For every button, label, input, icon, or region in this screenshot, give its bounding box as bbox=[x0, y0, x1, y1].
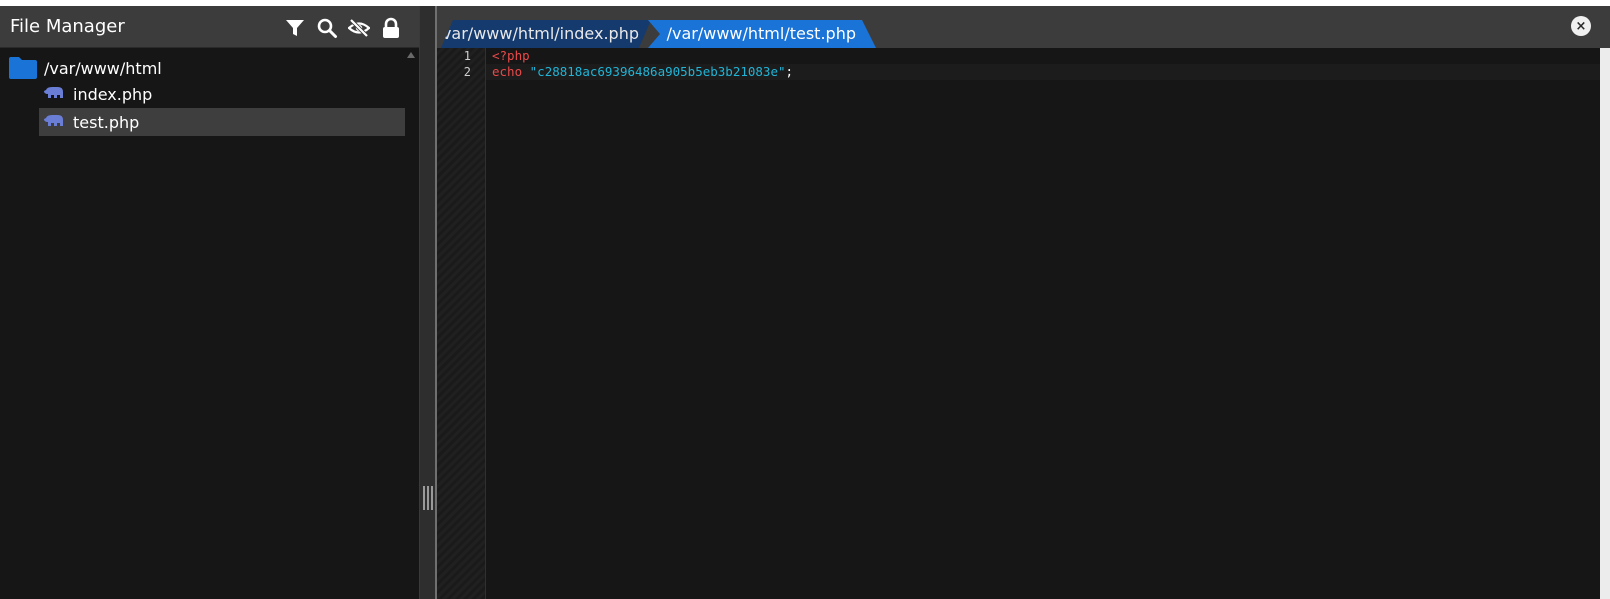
close-icon: × bbox=[1575, 18, 1587, 34]
panel-splitter[interactable] bbox=[419, 6, 437, 599]
echo-keyword: echo bbox=[492, 64, 523, 79]
line-number-gutter: 1 2 bbox=[437, 48, 486, 599]
tab-test-php[interactable]: /var/www/html/test.php bbox=[648, 20, 876, 48]
file-manager-header: File Manager bbox=[0, 6, 419, 48]
file-manager-title: File Manager bbox=[10, 16, 125, 37]
php-elephant-icon bbox=[44, 87, 63, 98]
tree-file-index-php[interactable]: index.php bbox=[39, 80, 405, 108]
php-open-tag: <?php bbox=[492, 48, 530, 63]
tab-index-php[interactable]: /var/www/html/index.php bbox=[441, 20, 651, 48]
app-window: File Manager /var/www/html index.php tes… bbox=[0, 6, 1610, 599]
tree-folder-html[interactable]: /var/www/html bbox=[8, 54, 162, 82]
line-number: 2 bbox=[463, 65, 471, 79]
editor-scrollbar[interactable] bbox=[1600, 48, 1610, 599]
lock-icon[interactable] bbox=[380, 17, 402, 39]
folder-icon bbox=[9, 57, 37, 79]
search-icon[interactable] bbox=[316, 17, 338, 39]
tree-file-label: test.php bbox=[73, 112, 140, 132]
code-line-2: echo "c28818ac69396486a905b5eb3b21083e"; bbox=[492, 64, 793, 79]
tab-label: /var/www/html/index.php bbox=[441, 24, 639, 43]
tree-file-test-php[interactable]: test.php bbox=[39, 108, 405, 136]
hidden-eye-icon[interactable] bbox=[348, 17, 370, 39]
tree-file-label: index.php bbox=[73, 84, 153, 104]
file-manager-panel: File Manager /var/www/html index.php tes… bbox=[0, 6, 419, 599]
splitter-grip-icon[interactable] bbox=[422, 486, 434, 510]
semicolon: ; bbox=[785, 64, 794, 79]
editor-panel: /var/www/html/index.php /var/www/html/te… bbox=[437, 6, 1610, 599]
php-elephant-icon bbox=[44, 115, 63, 126]
editor-tab-bar: /var/www/html/index.php /var/www/html/te… bbox=[437, 6, 1610, 48]
line-number: 1 bbox=[463, 49, 471, 63]
string-literal: "c28818ac69396486a905b5eb3b21083e" bbox=[529, 64, 786, 79]
code-editor[interactable]: <?php echo "c28818ac69396486a905b5eb3b21… bbox=[486, 48, 1600, 599]
code-line-1: <?php bbox=[492, 48, 530, 63]
tree-folder-label: /var/www/html bbox=[44, 58, 162, 78]
scroll-up-arrow-icon[interactable] bbox=[407, 52, 415, 58]
tab-label: /var/www/html/test.php bbox=[666, 24, 856, 43]
close-editor-button[interactable]: × bbox=[1571, 16, 1591, 36]
filter-icon[interactable] bbox=[284, 17, 306, 39]
